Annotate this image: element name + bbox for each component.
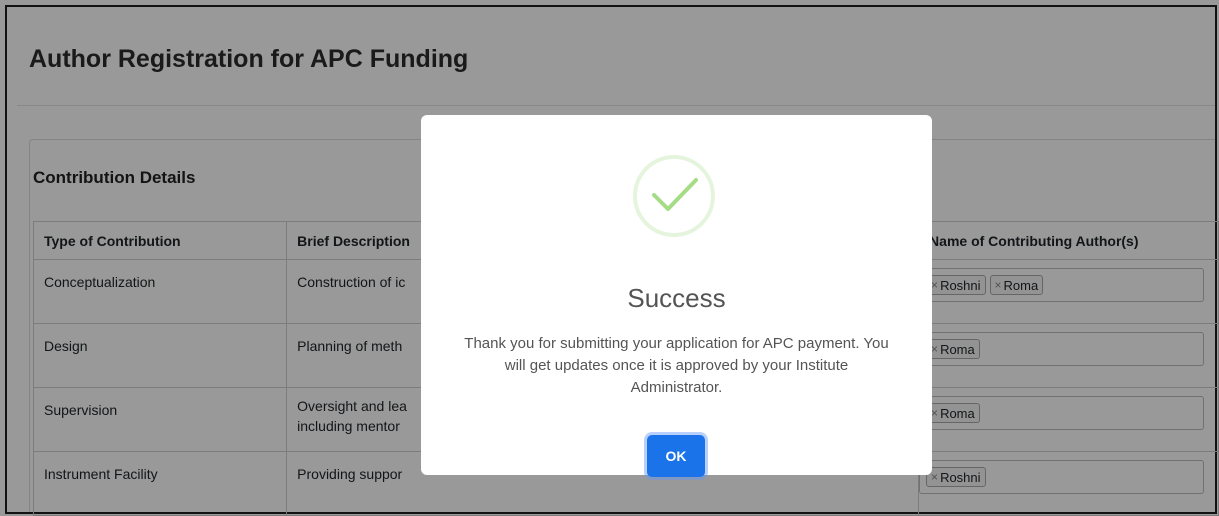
checkmark-icon [652,178,698,211]
success-dialog: Success Thank you for submitting your ap… [421,115,932,477]
ok-button[interactable]: OK [647,435,705,477]
dialog-message: Thank you for submitting your applicatio… [464,335,889,396]
dialog-title: Success [627,283,726,313]
check-circle-icon [633,155,715,237]
